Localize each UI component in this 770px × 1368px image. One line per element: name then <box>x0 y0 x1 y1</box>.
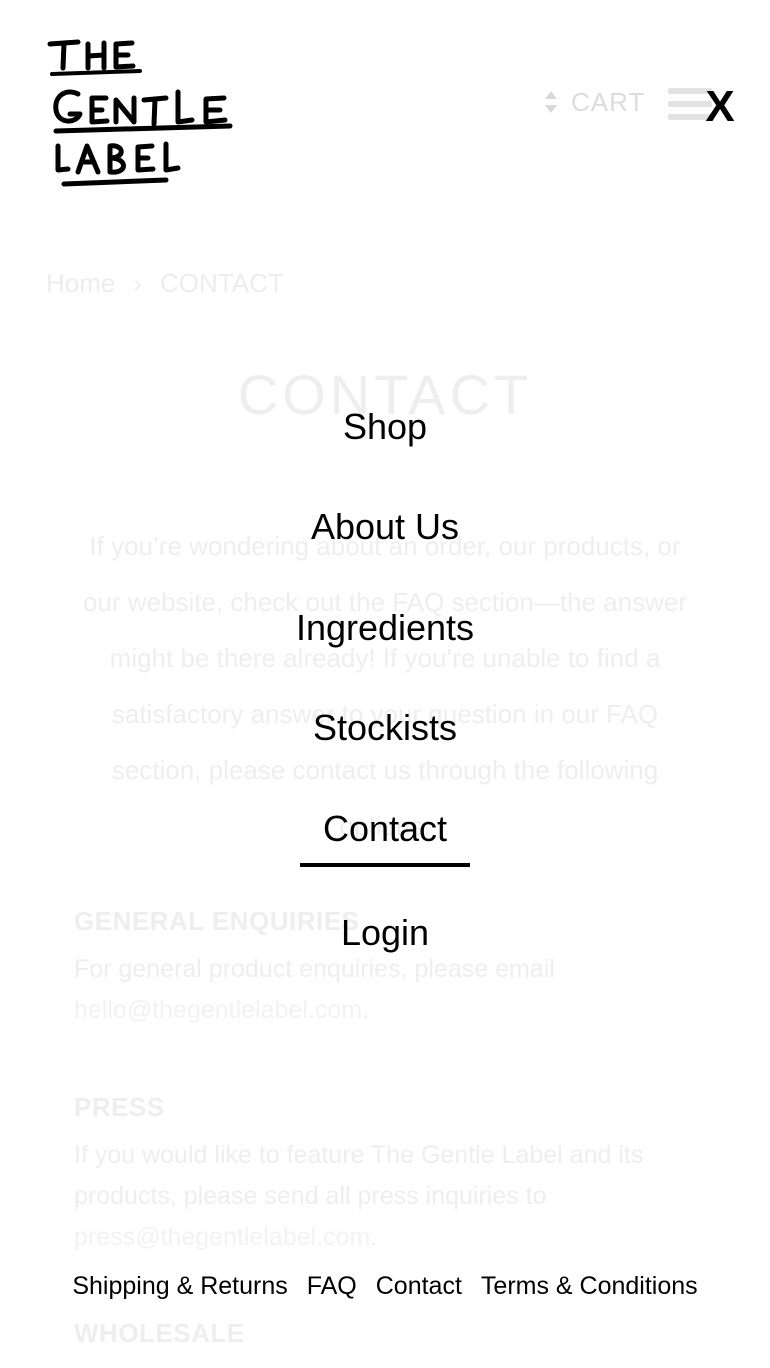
menu-item-contact[interactable]: Contact <box>0 808 770 850</box>
cart-label: CART <box>571 86 646 117</box>
press-section: PRESS If you would like to feature The G… <box>74 1092 694 1258</box>
footer-link-terms[interactable]: Terms & Conditions <box>481 1272 698 1301</box>
footer-link-shipping-returns[interactable]: Shipping & Returns <box>72 1272 287 1301</box>
breadcrumb: Home › CONTACT <box>46 268 284 299</box>
general-enquiries-text: For general product enquiries, please em… <box>74 955 555 1024</box>
menu-item-shop[interactable]: Shop <box>0 406 770 448</box>
wholesale-section: WHOLESALE <box>74 1318 694 1361</box>
breadcrumb-home-link[interactable]: Home <box>46 268 115 299</box>
footer-link-contact[interactable]: Contact <box>376 1272 462 1301</box>
menu-item-ingredients[interactable]: Ingredients <box>0 607 770 649</box>
background-page: CART Home › CONTACT CONTACT If you’re wo… <box>0 0 770 1368</box>
footer-links: Shipping & Returns FAQ Contact Terms & C… <box>0 1272 770 1301</box>
cart-link[interactable]: CART <box>543 86 645 118</box>
sort-arrows-icon <box>545 91 557 113</box>
active-menu-underline <box>300 863 470 867</box>
press-text: If you would like to feature The Gentle … <box>74 1141 644 1251</box>
menu-item-about-us[interactable]: About Us <box>0 506 770 548</box>
press-heading: PRESS <box>74 1092 165 1122</box>
intro-paragraph: If you’re wondering about an order, our … <box>82 531 688 841</box>
breadcrumb-current: CONTACT <box>160 268 284 298</box>
menu-item-stockists[interactable]: Stockists <box>0 707 770 749</box>
wholesale-heading: WHOLESALE <box>74 1318 245 1348</box>
logo-graphic <box>47 39 233 187</box>
brand-logo[interactable] <box>44 34 236 196</box>
general-email-link[interactable]: hello@thegentlelabel.com <box>74 996 362 1024</box>
menu-item-login[interactable]: Login <box>0 912 770 954</box>
breadcrumb-separator: › <box>133 268 143 298</box>
footer-link-faq[interactable]: FAQ <box>307 1272 357 1301</box>
close-menu-button[interactable]: X <box>702 84 738 130</box>
press-email-link[interactable]: press@thegentlelabel.com <box>74 1223 370 1251</box>
